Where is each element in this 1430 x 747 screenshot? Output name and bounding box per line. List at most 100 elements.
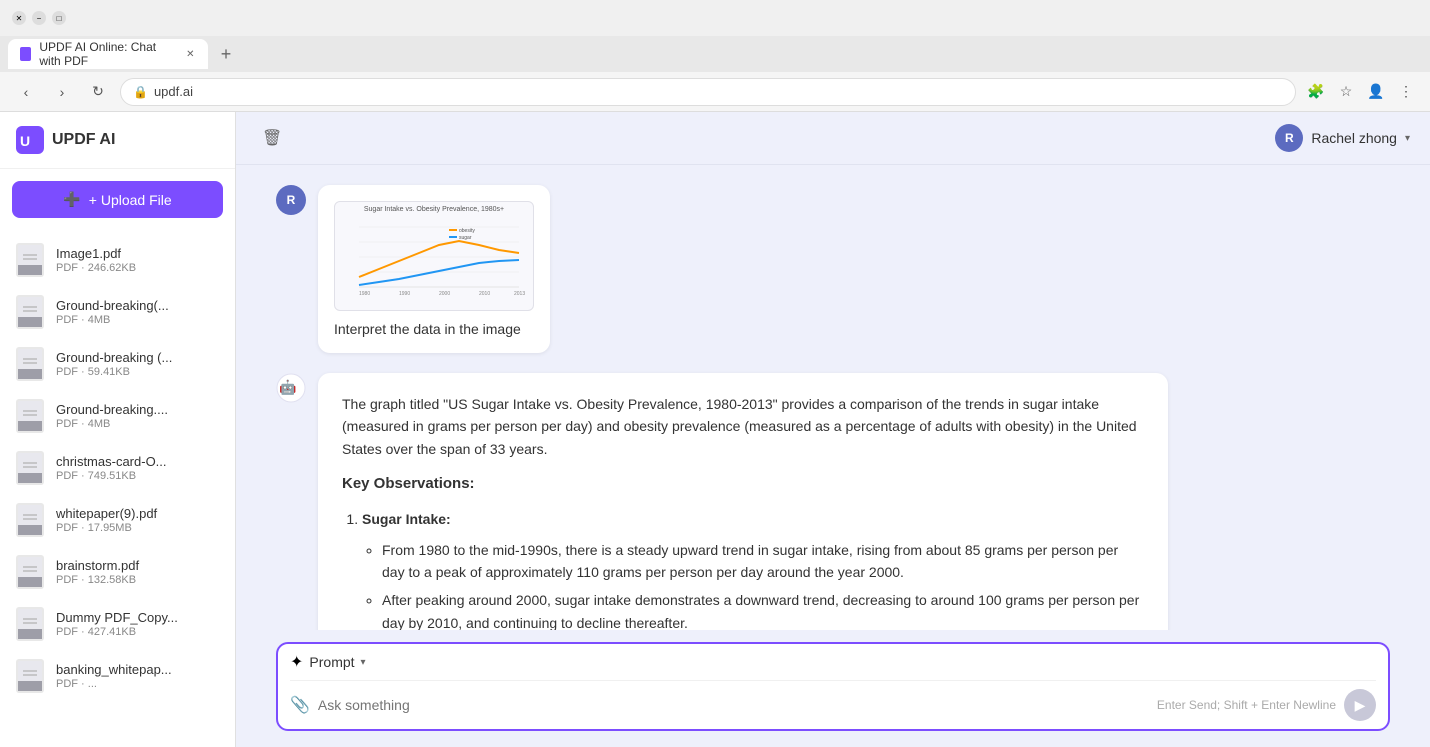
file-list-item[interactable]: brainstorm.pdf PDF · 132.58KB	[0, 546, 235, 598]
file-list-item[interactable]: Dummy PDF_Copy... PDF · 427.41KB	[0, 598, 235, 650]
extensions-icon[interactable]: 🧩	[1304, 80, 1328, 104]
file-size: PDF · 749.51KB	[56, 470, 219, 482]
file-icon	[16, 294, 46, 330]
file-name: christmas-card-O...	[56, 454, 219, 469]
file-size: PDF · ...	[56, 678, 219, 690]
chart-title: Sugar Intake vs. Obesity Prevalence, 198…	[339, 206, 529, 213]
file-icon	[16, 502, 46, 538]
tab-favicon	[20, 47, 31, 61]
svg-text:obesity: obesity	[459, 228, 475, 234]
sugar-bullet-2: After peaking around 2000, sugar intake …	[382, 589, 1144, 630]
file-size: PDF · 59.41KB	[56, 366, 219, 378]
svg-text:1980: 1980	[359, 291, 370, 297]
forward-button[interactable]: ›	[48, 78, 76, 106]
file-icon	[16, 346, 46, 382]
file-list-item[interactable]: Ground-breaking.... PDF · 4MB	[0, 390, 235, 442]
key-observations-heading: Key Observations:	[342, 472, 1144, 496]
profile-icon[interactable]: 👤	[1364, 80, 1388, 104]
file-icon	[16, 606, 46, 642]
svg-text:U: U	[20, 133, 30, 149]
file-name: banking_whitepap...	[56, 662, 219, 677]
back-button[interactable]: ‹	[12, 78, 40, 106]
file-name: Ground-breaking (...	[56, 350, 219, 365]
user-message-bubble: Sugar Intake vs. Obesity Prevalence, 198…	[318, 185, 550, 353]
active-tab[interactable]: UPDF AI Online: Chat with PDF ✕	[8, 39, 208, 69]
file-info: Ground-breaking.... PDF · 4MB	[56, 402, 219, 430]
sugar-intake-title: Sugar Intake:	[362, 511, 451, 527]
send-button[interactable]: ▶	[1344, 689, 1376, 721]
user-dropdown-icon: ▾	[1405, 133, 1410, 144]
updf-logo-icon: U	[16, 126, 44, 154]
file-icon	[16, 450, 46, 486]
bookmark-icon[interactable]: ☆	[1334, 80, 1358, 104]
file-size: PDF · 246.62KB	[56, 262, 219, 274]
file-name: Ground-breaking....	[56, 402, 219, 417]
file-name: Image1.pdf	[56, 246, 219, 261]
input-container: ✦ Prompt ▾ 📎 Enter Send; Shift + Enter N…	[276, 642, 1390, 731]
ai-avatar: 🤖	[276, 373, 306, 403]
tab-bar: UPDF AI Online: Chat with PDF ✕ +	[0, 36, 1430, 72]
prompt-dropdown-icon[interactable]: ▾	[361, 657, 366, 668]
observation-1: Sugar Intake: From 1980 to the mid-1990s…	[362, 508, 1144, 630]
user-avatar-small: R	[276, 185, 306, 215]
maximize-button[interactable]: □	[52, 11, 66, 25]
user-message-text: Interpret the data in the image	[334, 321, 534, 337]
user-message: R Sugar Intake vs. Obesity Prevalence, 1…	[276, 185, 1390, 353]
app: U UPDF AI ➕ + Upload File Ima	[0, 112, 1430, 747]
file-name: brainstorm.pdf	[56, 558, 219, 573]
file-icon	[16, 242, 46, 278]
main-content: 🗑 R Rachel zhong ▾ R Sugar Intake vs. Ob…	[236, 112, 1430, 747]
message-input[interactable]	[318, 697, 1149, 713]
file-info: Ground-breaking (... PDF · 59.41KB	[56, 350, 219, 378]
menu-icon[interactable]: ⋮	[1394, 80, 1418, 104]
ai-intro-text: The graph titled "US Sugar Intake vs. Ob…	[342, 393, 1144, 460]
tab-title: UPDF AI Online: Chat with PDF	[39, 40, 176, 68]
file-info: Dummy PDF_Copy... PDF · 427.41KB	[56, 610, 219, 638]
ai-message: 🤖 The graph titled "US Sugar Intake vs. …	[276, 373, 1390, 630]
file-list-item[interactable]: Image1.pdf PDF · 246.62KB	[0, 234, 235, 286]
file-list-item[interactable]: whitepaper(9).pdf PDF · 17.95MB	[0, 494, 235, 546]
file-icon	[16, 398, 46, 434]
upload-btn-label: + Upload File	[89, 192, 172, 208]
minimize-button[interactable]: −	[32, 11, 46, 25]
attach-icon[interactable]: 📎	[290, 695, 310, 715]
user-info[interactable]: R Rachel zhong ▾	[1275, 124, 1410, 152]
sugar-bullets: From 1980 to the mid-1990s, there is a s…	[362, 539, 1144, 630]
file-name: whitepaper(9).pdf	[56, 506, 219, 521]
observations-list: Sugar Intake: From 1980 to the mid-1990s…	[342, 508, 1144, 630]
file-list-item[interactable]: Ground-breaking (... PDF · 59.41KB	[0, 338, 235, 390]
file-info: banking_whitepap... PDF · ...	[56, 662, 219, 690]
svg-text:2013: 2013	[514, 291, 525, 297]
browser-chrome: ✕ − □ UPDF AI Online: Chat with PDF ✕ + …	[0, 0, 1430, 112]
file-list-item[interactable]: banking_whitepap... PDF · ...	[0, 650, 235, 702]
file-info: brainstorm.pdf PDF · 132.58KB	[56, 558, 219, 586]
input-bottom-bar: 📎 Enter Send; Shift + Enter Newline ▶	[290, 681, 1376, 721]
tab-close-button[interactable]: ✕	[185, 47, 196, 61]
file-size: PDF · 427.41KB	[56, 626, 219, 638]
svg-text:1990: 1990	[399, 291, 410, 297]
address-bar[interactable]: 🔒 updf.ai	[120, 78, 1296, 106]
title-bar: ✕ − □	[0, 0, 1430, 36]
chat-area: R Sugar Intake vs. Obesity Prevalence, 1…	[236, 165, 1430, 630]
file-list-item[interactable]: christmas-card-O... PDF · 749.51KB	[0, 442, 235, 494]
sparkle-icon: ✦	[290, 652, 303, 672]
nav-actions: 🧩 ☆ 👤 ⋮	[1304, 80, 1418, 104]
user-avatar: R	[1275, 124, 1303, 152]
file-info: Image1.pdf PDF · 246.62KB	[56, 246, 219, 274]
sidebar: U UPDF AI ➕ + Upload File Ima	[0, 112, 236, 747]
main-header: 🗑 R Rachel zhong ▾	[236, 112, 1430, 165]
file-size: PDF · 4MB	[56, 418, 219, 430]
upload-file-button[interactable]: ➕ + Upload File	[12, 181, 223, 218]
svg-text:2000: 2000	[439, 291, 450, 297]
input-top-bar: ✦ Prompt ▾	[290, 652, 1376, 681]
file-info: Ground-breaking(... PDF · 4MB	[56, 298, 219, 326]
close-button[interactable]: ✕	[12, 11, 26, 25]
file-icon	[16, 554, 46, 590]
trash-button[interactable]: 🗑	[256, 122, 288, 154]
input-area: ✦ Prompt ▾ 📎 Enter Send; Shift + Enter N…	[236, 630, 1430, 747]
file-name: Dummy PDF_Copy...	[56, 610, 219, 625]
refresh-button[interactable]: ↻	[84, 78, 112, 106]
file-info: christmas-card-O... PDF · 749.51KB	[56, 454, 219, 482]
file-list-item[interactable]: Ground-breaking(... PDF · 4MB	[0, 286, 235, 338]
new-tab-button[interactable]: +	[212, 40, 240, 68]
